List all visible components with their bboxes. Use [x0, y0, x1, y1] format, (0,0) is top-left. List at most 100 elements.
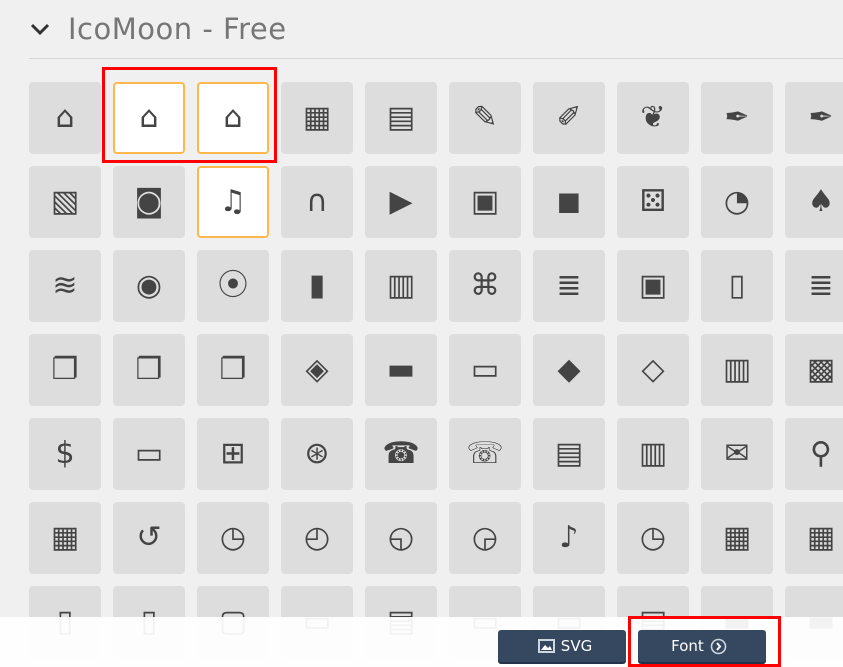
icon-tile-camera[interactable]: ◙	[113, 166, 185, 238]
film-icon: ▣	[470, 184, 500, 219]
icon-tile-home2[interactable]: ⌂	[113, 82, 185, 154]
phone-icon: ☎	[382, 436, 420, 471]
file-empty-icon: ▯	[728, 268, 746, 303]
home3-icon: ⌂	[223, 100, 243, 135]
icon-tile-lifebuoy[interactable]: ⊛	[281, 418, 353, 490]
music-icon: ♫	[219, 184, 247, 219]
barcode-icon: ▥	[722, 352, 752, 387]
icon-tile-quill[interactable]: ❦	[617, 82, 689, 154]
icon-tile-film[interactable]: ▣	[449, 166, 521, 238]
address-book-icon: ▤	[554, 436, 584, 471]
icon-tile-stack[interactable]: ◈	[281, 334, 353, 406]
alarm2-icon: ◶	[471, 520, 499, 555]
icon-tile-stopwatch[interactable]: ◷	[617, 502, 689, 574]
icon-tile-bell[interactable]: ♪	[533, 502, 605, 574]
icon-tile-pacman[interactable]: ◔	[701, 166, 773, 238]
icon-tile-copy[interactable]: ❐	[29, 334, 101, 406]
icon-tile-folder[interactable]: ▬	[365, 334, 437, 406]
icon-tile-price-tags[interactable]: ◇	[617, 334, 689, 406]
bell-icon: ♪	[559, 520, 579, 555]
icon-tile-phone[interactable]: ☎	[365, 418, 437, 490]
library-icon: ⌘	[470, 268, 500, 303]
icon-tile-notebook[interactable]: ▥	[617, 418, 689, 490]
icon-tile-folder-open[interactable]: ▭	[449, 334, 521, 406]
icon-tile-alarm[interactable]: ◵	[365, 502, 437, 574]
lifebuoy-icon: ⊛	[304, 436, 330, 471]
connection-icon: ≋	[52, 268, 78, 303]
icon-tile-headphones[interactable]: ∩	[281, 166, 353, 238]
icon-tile-spades[interactable]: ♠	[785, 166, 843, 238]
icon-tile-book[interactable]: ▮	[281, 250, 353, 322]
podcast-icon: ◉	[135, 268, 163, 303]
icon-tile-dice[interactable]: ⚄	[617, 166, 689, 238]
icon-tile-file-empty[interactable]: ▯	[701, 250, 773, 322]
generate-font-button[interactable]: Font	[638, 630, 766, 662]
icon-tile-profile[interactable]: ▣	[617, 250, 689, 322]
notebook-icon: ▥	[638, 436, 668, 471]
icon-tile-images[interactable]: ▧	[29, 166, 101, 238]
camera-icon: ◙	[134, 184, 164, 219]
icon-tile-barcode[interactable]: ▥	[701, 334, 773, 406]
map-icon: ▦	[50, 520, 80, 555]
icon-tile-pencil2[interactable]: ✐	[533, 82, 605, 154]
calendar2-icon: ▦	[806, 520, 836, 555]
icon-tile-video-camera[interactable]: ◼	[533, 166, 605, 238]
icon-tile-price-tag[interactable]: ◆	[533, 334, 605, 406]
icon-tile-library[interactable]: ⌘	[449, 250, 521, 322]
copy-icon: ❐	[51, 352, 79, 387]
icon-tile-credit-card[interactable]: ▭	[113, 418, 185, 490]
icon-tile-address-book[interactable]: ▤	[533, 418, 605, 490]
quill-icon: ❦	[640, 100, 666, 135]
icon-tile-paste2[interactable]: ❐	[197, 334, 269, 406]
images-icon: ▧	[50, 184, 80, 219]
icon-tile-pencil[interactable]: ✎	[449, 82, 521, 154]
icon-tile-office[interactable]: ▦	[281, 82, 353, 154]
coin-dollar-icon: $	[55, 436, 75, 471]
icon-tile-books[interactable]: ▥	[365, 250, 437, 322]
folder-open-icon: ▭	[470, 352, 500, 387]
icon-tile-connection[interactable]: ≋	[29, 250, 101, 322]
icon-tile-calendar[interactable]: ▦	[701, 502, 773, 574]
pen-icon: ✒	[724, 100, 750, 135]
icon-tile-music[interactable]: ♫	[197, 166, 269, 238]
icon-tile-podcast[interactable]: ◉	[113, 250, 185, 322]
icon-tile-file-text2[interactable]: ≣	[785, 250, 843, 322]
folder-icon: ▬	[386, 352, 416, 387]
chevron-circle-right-icon	[710, 638, 727, 654]
icon-tile-coin-dollar[interactable]: $	[29, 418, 101, 490]
chevron-down-icon[interactable]	[29, 18, 51, 40]
icon-tile-clock[interactable]: ◷	[197, 502, 269, 574]
play-icon: ▶	[389, 184, 413, 219]
paste-icon: ❐	[135, 352, 163, 387]
icon-tile-phone-hang-up[interactable]: ☏	[449, 418, 521, 490]
divider	[29, 58, 843, 59]
dice-icon: ⚄	[639, 184, 667, 219]
icon-tile-map[interactable]: ▦	[29, 502, 101, 574]
generate-svg-button[interactable]: SVG	[498, 630, 626, 662]
icon-tile-feed[interactable]: ⦿	[197, 250, 269, 322]
clock-icon: ◷	[219, 520, 247, 555]
icon-tile-blog[interactable]: ✒	[785, 82, 843, 154]
icon-tile-paste[interactable]: ❐	[113, 334, 185, 406]
icon-tile-pen[interactable]: ✒	[701, 82, 773, 154]
font-label: Font	[671, 637, 704, 655]
icon-tile-pushpin[interactable]: ⚲	[785, 418, 843, 490]
paste2-icon: ❐	[219, 352, 247, 387]
icon-tile-home3[interactable]: ⌂	[197, 82, 269, 154]
icon-tile-qrcode[interactable]: ▩	[785, 334, 843, 406]
icon-tile-history[interactable]: ↺	[113, 502, 185, 574]
icon-tile-newspaper[interactable]: ▤	[365, 82, 437, 154]
icon-tile-calendar2[interactable]: ▦	[785, 502, 843, 574]
icon-tile-alarm2[interactable]: ◶	[449, 502, 521, 574]
pacman-icon: ◔	[723, 184, 751, 219]
feed-icon: ⦿	[218, 268, 248, 303]
icon-tile-play[interactable]: ▶	[365, 166, 437, 238]
icon-tile-clock2[interactable]: ◴	[281, 502, 353, 574]
icon-tile-calculator[interactable]: ⊞	[197, 418, 269, 490]
home2-icon: ⌂	[139, 100, 159, 135]
icon-tile-home[interactable]: ⌂	[29, 82, 101, 154]
icon-tile-envelop[interactable]: ✉	[701, 418, 773, 490]
section-header[interactable]: IcoMoon - Free	[29, 12, 287, 46]
pencil-icon: ✎	[472, 100, 498, 135]
icon-tile-file-text[interactable]: ≣	[533, 250, 605, 322]
